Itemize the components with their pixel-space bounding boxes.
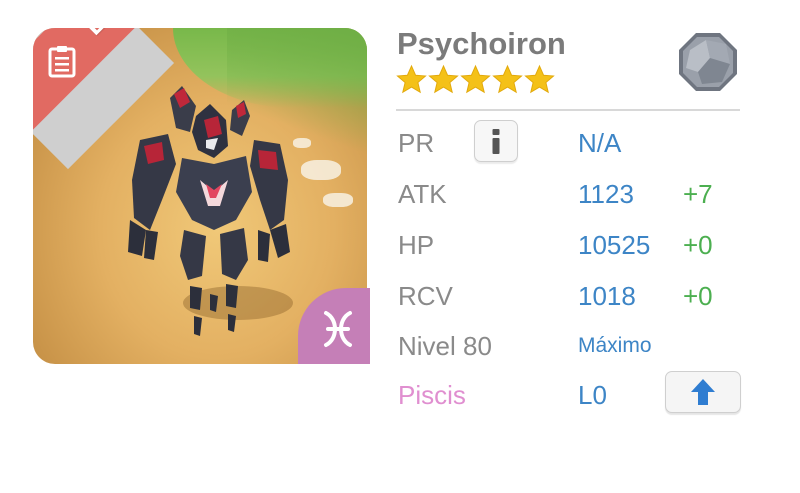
atk-label: ATK [398, 179, 447, 209]
monster-image [128, 86, 290, 336]
star-icon [428, 64, 459, 94]
arrow-up-icon [691, 379, 715, 405]
level-status: Máximo [578, 334, 652, 357]
rcv-value: 1018 [578, 281, 636, 311]
sign-level: L0 [578, 380, 607, 410]
level-label: Nivel 80 [398, 331, 492, 361]
pr-value: N/A [578, 128, 622, 158]
hp-value: 10525 [578, 230, 651, 260]
header-divider [396, 109, 740, 111]
info-button[interactable] [474, 120, 518, 162]
info-icon [492, 129, 500, 154]
atk-value: 1123 [578, 179, 634, 209]
pr-label: PR [398, 128, 435, 158]
pisces-icon [324, 311, 352, 347]
rcv-bonus: +0 [683, 281, 713, 311]
rock-decoration [323, 193, 353, 207]
earth-stone-icon [679, 33, 737, 91]
atk-bonus: +7 [683, 179, 713, 209]
monster-name: Psychoiron [397, 26, 566, 61]
star-rating [396, 64, 555, 95]
star-icon [396, 64, 427, 94]
star-icon [460, 64, 491, 94]
upgrade-button[interactable] [665, 371, 741, 413]
star-icon [492, 64, 523, 94]
hp-label: HP [398, 230, 435, 260]
rcv-label: RCV [398, 281, 453, 311]
star-icon [524, 64, 555, 94]
hp-bonus: +0 [683, 230, 713, 260]
clipboard-icon[interactable] [47, 44, 77, 78]
sign-label: Piscis [398, 380, 466, 410]
